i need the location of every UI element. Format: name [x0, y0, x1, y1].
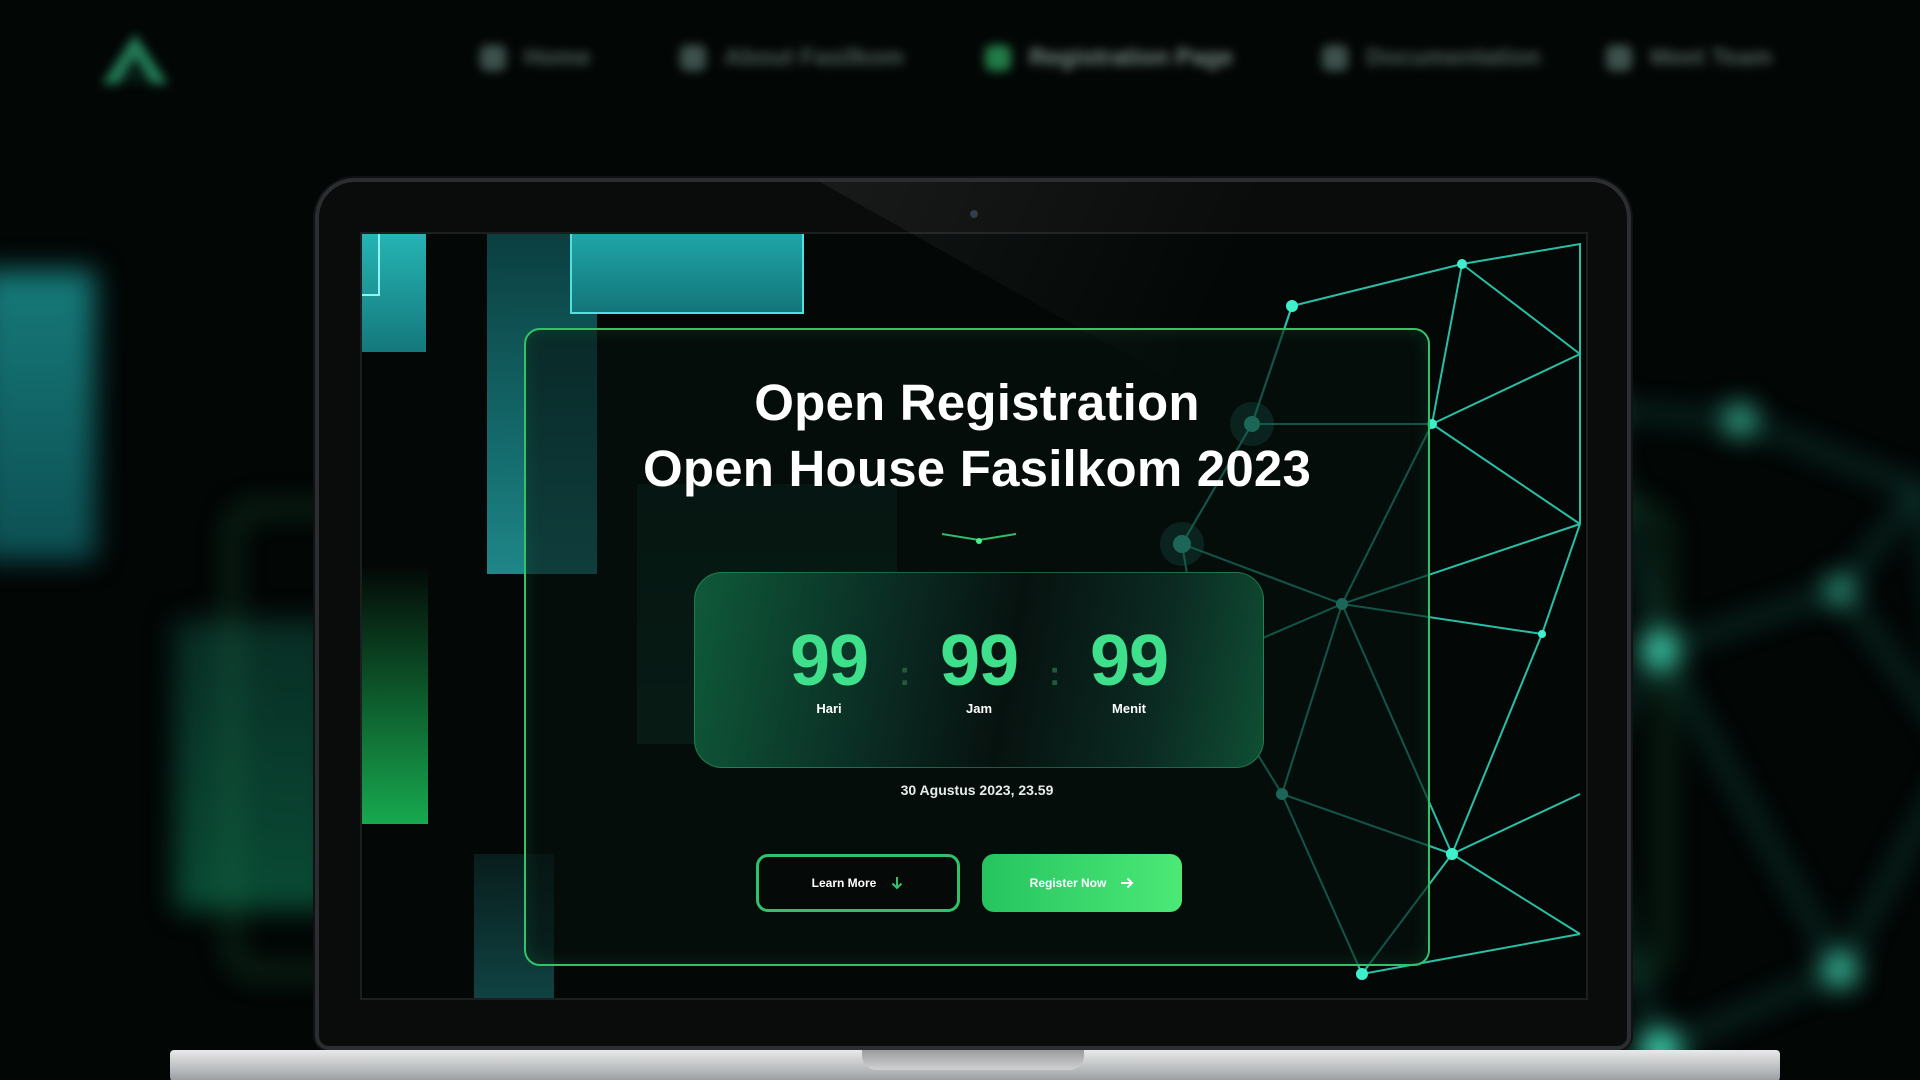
- register-now-label: Register Now: [1029, 876, 1107, 890]
- decor-corner-line: [362, 234, 380, 296]
- nav-item-label: About Fasilkom: [724, 44, 905, 71]
- nav-item-label: Registration Page: [1029, 44, 1234, 71]
- hero-title-line2: Open House Fasilkom 2023: [642, 440, 1312, 497]
- countdown-minutes-label: Menit: [1112, 701, 1146, 716]
- countdown-minutes-value: 99: [1089, 621, 1169, 701]
- team-icon: [1606, 45, 1632, 71]
- learn-more-label: Learn More: [811, 876, 877, 890]
- countdown-panel: 99 Hari : 99 Jam : 99 Menit: [694, 572, 1264, 768]
- countdown-hours: 99 Jam: [927, 623, 1031, 716]
- nav-item-about: About Fasilkom: [680, 44, 904, 72]
- decor-teal-block-top: [570, 234, 804, 314]
- countdown-separator: :: [899, 655, 911, 693]
- decor-green-block: [362, 564, 428, 824]
- chevron-down-icon: [942, 533, 1016, 544]
- nav-item-label: Documentation: [1366, 44, 1541, 71]
- learn-more-button[interactable]: Learn More: [756, 854, 960, 912]
- hero-title: Open Registration Open House Fasilkom 20…: [526, 370, 1428, 502]
- camera-icon: [970, 210, 978, 218]
- background-teal-block: [0, 270, 95, 560]
- countdown-days-value: 99: [789, 621, 869, 701]
- registration-icon: [985, 45, 1011, 71]
- info-icon: [680, 45, 706, 71]
- registration-card: Open Registration Open House Fasilkom 20…: [524, 328, 1430, 966]
- countdown-days-label: Hari: [816, 701, 842, 716]
- logo-icon: [102, 34, 168, 84]
- register-now-button[interactable]: Register Now: [982, 854, 1182, 912]
- nav-item-documentation: Documentation: [1322, 44, 1541, 72]
- countdown-hours-label: Jam: [965, 701, 993, 716]
- countdown-minutes: 99 Menit: [1077, 623, 1181, 716]
- countdown-separator: :: [1049, 655, 1061, 693]
- hero-title-line1: Open Registration: [754, 374, 1200, 431]
- document-icon: [1322, 45, 1348, 71]
- nav-item-label: Home: [524, 44, 591, 71]
- laptop-screen: Open Registration Open House Fasilkom 20…: [360, 232, 1588, 1000]
- countdown-hours-value: 99: [939, 621, 1019, 701]
- home-icon: [480, 45, 506, 71]
- arrow-right-icon: [1121, 877, 1134, 889]
- countdown-row: 99 Hari : 99 Jam : 99 Menit: [695, 623, 1263, 716]
- laptop-notch: [862, 1050, 1084, 1070]
- background-navbar: Home About Fasilkom Registration Page Do…: [0, 0, 1920, 120]
- deadline-text: 30 Agustus 2023, 23.59: [900, 782, 1054, 798]
- countdown-days: 99 Hari: [777, 623, 881, 716]
- nav-item-registration: Registration Page: [985, 44, 1233, 72]
- nav-item-label: Meet Team: [1650, 44, 1773, 71]
- nav-item-team: Meet Team: [1606, 44, 1772, 72]
- arrow-down-icon: [892, 877, 903, 890]
- nav-item-home: Home: [480, 44, 591, 72]
